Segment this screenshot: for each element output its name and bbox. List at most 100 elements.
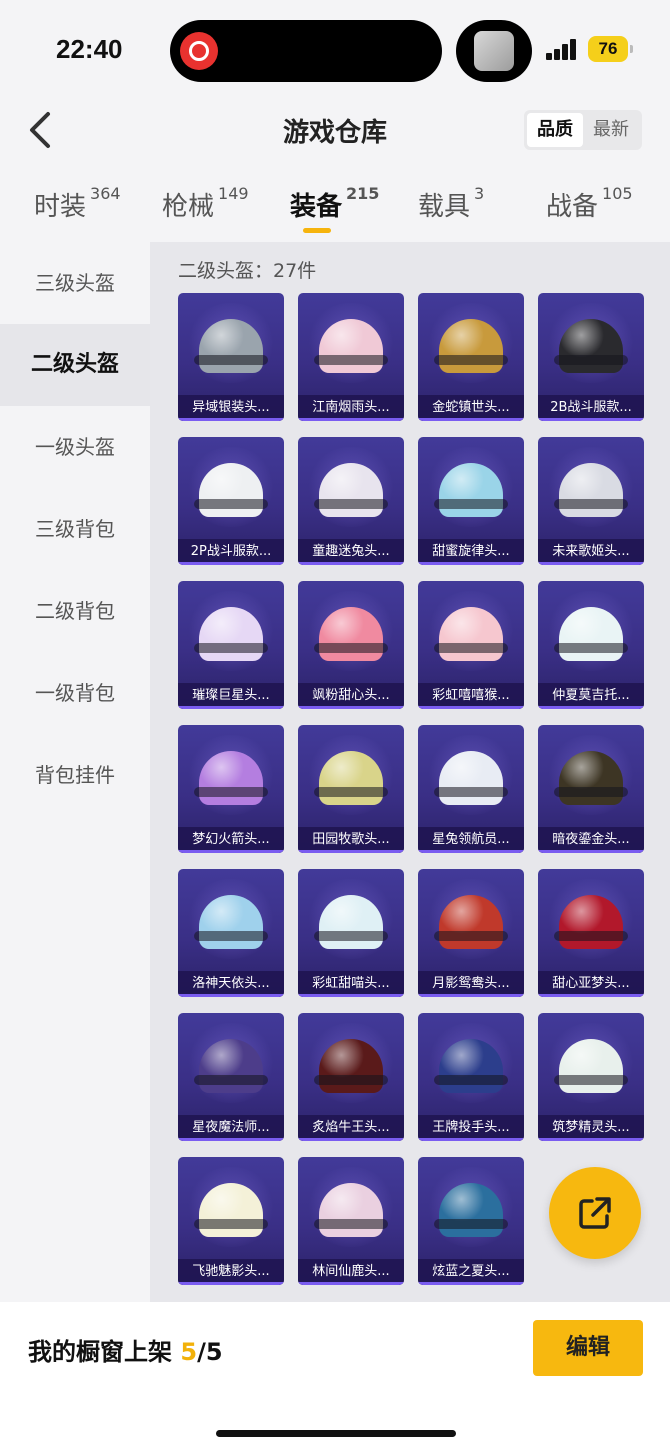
rarity-edge — [298, 1138, 404, 1141]
item-card[interactable]: 月影鸳鸯头... — [418, 869, 524, 997]
rarity-edge — [418, 1282, 524, 1285]
helmet-brim — [314, 931, 388, 941]
cellular-signal-icon — [546, 38, 578, 60]
sidebar-item-level3-helmet[interactable]: 三级头盔 — [0, 242, 150, 324]
status-time: 22:40 — [56, 34, 123, 64]
app-thumbnail-icon — [474, 31, 514, 71]
helmet-brim — [554, 1075, 628, 1085]
sidebar-item-level2-helmet[interactable]: 二级头盔 — [0, 324, 150, 406]
item-card[interactable]: 金蛇镇世头... — [418, 293, 524, 421]
item-card[interactable]: 仲夏莫吉托... — [538, 581, 644, 709]
rarity-edge — [418, 418, 524, 421]
item-card[interactable]: 未来歌姬头... — [538, 437, 644, 565]
sort-option-quality[interactable]: 品质 — [527, 113, 583, 147]
nav-header: 游戏仓库 品质 最新 — [0, 96, 670, 166]
showcase-label: 我的橱窗上架 — [28, 1338, 172, 1366]
tab-firearms[interactable]: 枪械 149 — [162, 184, 249, 223]
sidebar-item-level3-backpack[interactable]: 三级背包 — [0, 488, 150, 570]
subcategory-sidebar: 三级头盔 二级头盔 一级头盔 三级背包 二级背包 一级背包 背包挂件 — [0, 242, 150, 1302]
sort-toggle: 品质 最新 — [524, 110, 642, 150]
item-card[interactable]: 飒粉甜心头... — [298, 581, 404, 709]
tab-label: 枪械 — [162, 192, 215, 222]
item-card[interactable]: 林间仙鹿头... — [298, 1157, 404, 1285]
live-activity-island — [456, 20, 532, 82]
helmet-brim — [554, 355, 628, 365]
item-card[interactable]: 彩虹嘻嘻猴... — [418, 581, 524, 709]
rarity-edge — [298, 418, 404, 421]
rarity-edge — [538, 562, 644, 565]
sidebar-item-level1-backpack[interactable]: 一级背包 — [0, 652, 150, 734]
rarity-edge — [418, 850, 524, 853]
helmet-brim — [434, 499, 508, 509]
sidebar-item-level2-backpack[interactable]: 二级背包 — [0, 570, 150, 652]
share-button[interactable] — [549, 1167, 641, 1259]
showcase-total-count: /5 — [197, 1338, 223, 1366]
battery-icon: 76 — [588, 36, 633, 62]
rarity-edge — [178, 1138, 284, 1141]
home-indicator — [216, 1430, 456, 1437]
item-card[interactable]: 王牌投手头... — [418, 1013, 524, 1141]
rarity-edge — [298, 562, 404, 565]
helmet-brim — [194, 499, 268, 509]
item-card[interactable]: 洛神天依头... — [178, 869, 284, 997]
edit-button[interactable]: 编辑 — [533, 1320, 643, 1376]
helmet-brim — [194, 787, 268, 797]
item-card[interactable]: 暗夜鎏金头... — [538, 725, 644, 853]
item-card[interactable]: 异域银装头... — [178, 293, 284, 421]
rarity-edge — [538, 994, 644, 997]
item-grid-panel: 二级头盔：27件 异域银装头... 江南烟雨头... 金蛇镇世头... 2B战斗服款.… — [150, 242, 670, 1302]
helmet-brim — [194, 1075, 268, 1085]
item-card[interactable]: 甜蜜旋律头... — [418, 437, 524, 565]
item-card[interactable]: 星夜魔法师... — [178, 1013, 284, 1141]
item-card[interactable]: 田园牧歌头... — [298, 725, 404, 853]
item-card[interactable]: 炫蓝之夏头... — [418, 1157, 524, 1285]
item-card[interactable]: 飞驰魅影头... — [178, 1157, 284, 1285]
helmet-brim — [314, 355, 388, 365]
helmet-brim — [434, 355, 508, 365]
item-card[interactable]: 璀璨巨星头... — [178, 581, 284, 709]
helmet-brim — [554, 499, 628, 509]
helmet-brim — [194, 355, 268, 365]
rarity-edge — [298, 850, 404, 853]
tab-count: 215 — [346, 184, 380, 203]
rarity-edge — [178, 706, 284, 709]
helmet-brim — [194, 1219, 268, 1229]
helmet-brim — [434, 1075, 508, 1085]
helmet-brim — [314, 1219, 388, 1229]
status-bar: 22:40 76 — [0, 0, 670, 96]
helmet-brim — [434, 1219, 508, 1229]
helmet-brim — [434, 931, 508, 941]
item-card[interactable]: 江南烟雨头... — [298, 293, 404, 421]
category-tabs: 时装 364 枪械 149 装备 215 载具 3 战备 105 — [0, 178, 670, 238]
rarity-edge — [298, 706, 404, 709]
item-card[interactable]: 甜心亚梦头... — [538, 869, 644, 997]
rarity-edge — [178, 418, 284, 421]
item-card[interactable]: 2B战斗服款... — [538, 293, 644, 421]
helmet-brim — [194, 931, 268, 941]
tab-supplies[interactable]: 战备 105 — [546, 184, 633, 223]
item-card[interactable]: 2P战斗服款... — [178, 437, 284, 565]
item-card[interactable]: 童趣迷兔头... — [298, 437, 404, 565]
music-app-icon — [180, 32, 218, 70]
tab-vehicles[interactable]: 载具 3 — [418, 184, 484, 223]
helmet-brim — [314, 1075, 388, 1085]
tab-label: 装备 — [290, 192, 343, 222]
item-card[interactable]: 炙焰牛王头... — [298, 1013, 404, 1141]
rarity-edge — [298, 994, 404, 997]
sort-option-newest[interactable]: 最新 — [583, 113, 639, 147]
item-card[interactable]: 筑梦精灵头... — [538, 1013, 644, 1141]
sidebar-item-level1-helmet[interactable]: 一级头盔 — [0, 406, 150, 488]
tab-fashion[interactable]: 时装 364 — [34, 184, 121, 223]
helmet-brim — [194, 643, 268, 653]
share-external-icon — [579, 1197, 611, 1229]
sidebar-item-backpack-charm[interactable]: 背包挂件 — [0, 734, 150, 816]
item-card[interactable]: 星兔领航员... — [418, 725, 524, 853]
item-card[interactable]: 梦幻火箭头... — [178, 725, 284, 853]
rarity-edge — [538, 418, 644, 421]
helmet-brim — [314, 643, 388, 653]
item-card[interactable]: 彩虹甜喵头... — [298, 869, 404, 997]
tab-count: 149 — [218, 184, 249, 203]
tab-equipment[interactable]: 装备 215 — [290, 184, 380, 223]
helmet-brim — [554, 643, 628, 653]
tab-count: 105 — [602, 184, 633, 203]
